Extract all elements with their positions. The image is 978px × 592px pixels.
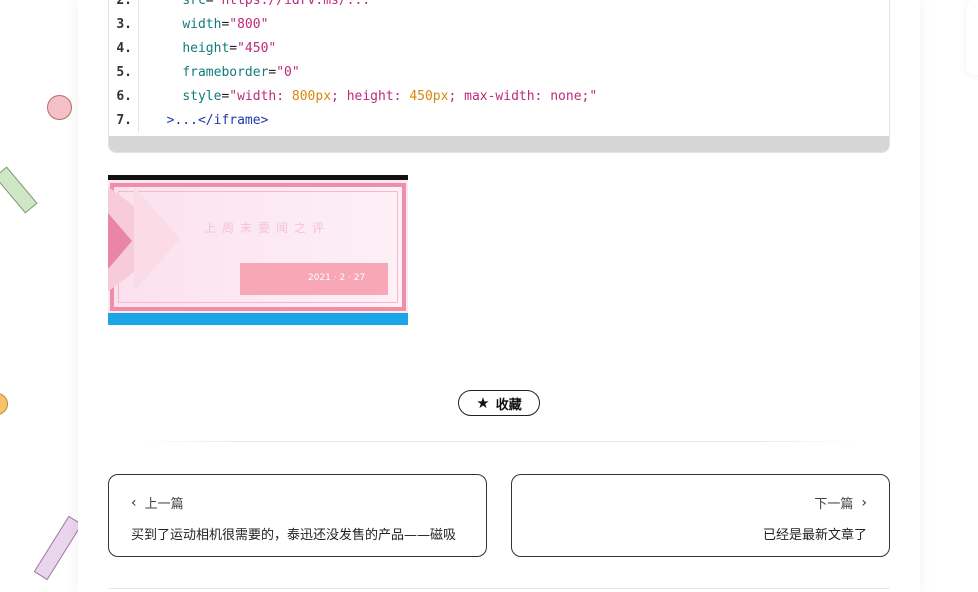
side-widget-card <box>966 0 978 75</box>
banner-date: 2021 · 2 · 27 <box>308 273 366 283</box>
divider <box>138 441 858 442</box>
code-attr: width <box>182 17 222 32</box>
decor-circle-yellow <box>0 393 8 415</box>
code-attr: frameborder <box>182 65 269 80</box>
line-number: 2. <box>109 0 139 13</box>
chevron-right-icon: › <box>861 494 867 511</box>
code-line: 5. frameborder="0" <box>109 61 889 85</box>
code-line: 2. src="https://idrv.ms/..." <box>109 0 889 13</box>
chevron-left-icon: ‹ <box>131 494 137 511</box>
prev-article-title: 买到了运动相机很需要的，泰迅还没发售的产品——磁吸 <box>131 528 457 543</box>
star-icon: ★ <box>476 393 490 412</box>
code-line: 4. height="450" <box>109 37 889 61</box>
line-number: 6. <box>109 85 139 109</box>
code-block: 2. src="https://idrv.ms/..." 3. width="8… <box>108 0 890 153</box>
code-line: 3. width="800" <box>109 13 889 37</box>
line-number: 7. <box>109 109 139 133</box>
article-banner-image: 上周末要闻之评 2021 · 2 · 27 <box>108 175 408 325</box>
favorite-button[interactable]: ★ 收藏 <box>458 390 540 416</box>
code-attr: src <box>182 0 206 8</box>
decor-circle-pink <box>47 95 72 120</box>
code-string: "0" <box>276 65 300 80</box>
code-line: 6. style="width: 800px; height: 450px; m… <box>109 85 889 109</box>
line-number: 3. <box>109 13 139 37</box>
code-string: "https://idrv.ms/..." <box>213 0 378 8</box>
code-horizontal-scrollbar[interactable] <box>109 136 889 152</box>
divider <box>108 588 890 589</box>
prev-label: 上一篇 <box>144 497 184 512</box>
line-number: 5. <box>109 61 139 85</box>
prev-article-card[interactable]: ‹ 上一篇 买到了运动相机很需要的，泰迅还没发售的产品——磁吸 <box>108 474 487 557</box>
code-number: 800px <box>291 89 332 104</box>
next-article-title: 已经是最新文章了 <box>762 528 867 543</box>
code-number: 450px <box>409 89 449 104</box>
favorite-label: 收藏 <box>495 397 522 413</box>
code-attr: height <box>182 41 230 56</box>
line-number: 4. <box>109 37 139 61</box>
decor-bar-green <box>0 166 38 214</box>
code-attr: style <box>182 89 222 104</box>
next-label: 下一篇 <box>814 497 854 512</box>
code-string: "800" <box>229 17 269 32</box>
next-article-card[interactable]: 下一篇 › 已经是最新文章了 <box>511 474 890 557</box>
code-lines: 2. src="https://idrv.ms/..." 3. width="8… <box>109 0 889 133</box>
code-tag: >...</iframe> <box>166 113 269 128</box>
decor-bar-purple <box>33 515 83 581</box>
code-line: 7. >...</iframe> <box>109 109 889 133</box>
code-string: "450" <box>237 41 277 56</box>
article-content: 2. src="https://idrv.ms/..." 3. width="8… <box>78 0 920 592</box>
banner-title: 上周末要闻之评 <box>204 221 331 235</box>
